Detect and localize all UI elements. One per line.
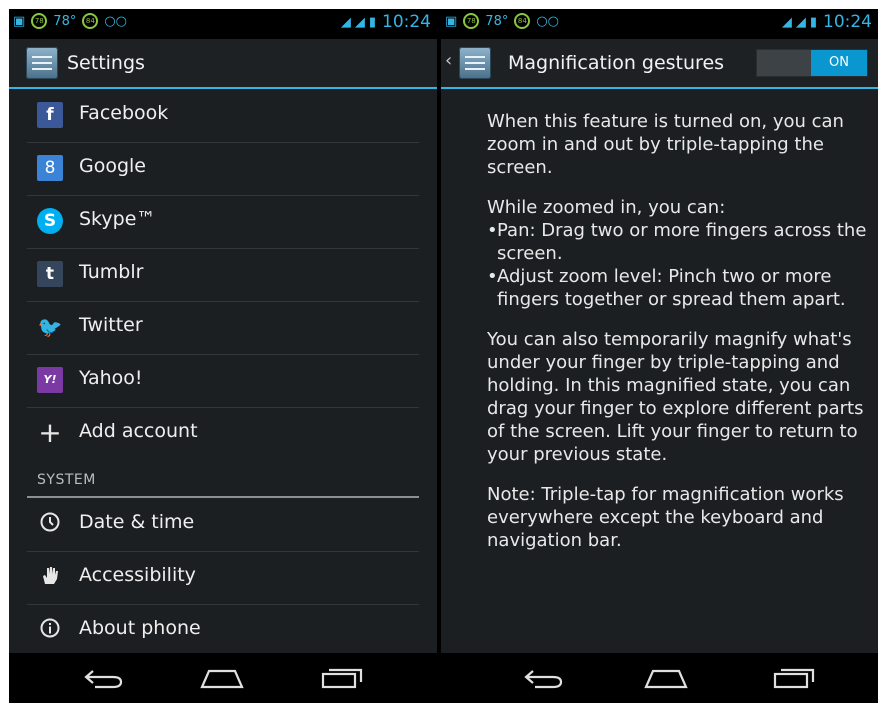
action-bar: ‹ Magnification gestures ON — [441, 39, 878, 89]
status-bar: ▣ 78 78° 84 ○○ ◢ ◢ ▮ 10:24 — [441, 9, 878, 39]
add-account-label: Add account — [79, 420, 198, 442]
account-item-twitter[interactable]: 🐦 Twitter — [27, 301, 419, 355]
section-header-label: SYSTEM — [37, 472, 96, 488]
twitter-icon: 🐦 — [37, 315, 63, 339]
image-notification-icon: ▣ — [13, 13, 26, 29]
recents-icon[interactable] — [771, 667, 817, 689]
add-account-item[interactable]: + Add account — [27, 407, 419, 460]
zoomed-in-intro: While zoomed in, you can: — [487, 197, 726, 218]
home-icon[interactable] — [199, 667, 245, 689]
system-item-label: Accessibility — [79, 564, 196, 586]
temperature-badge-icon: 78 — [463, 13, 480, 29]
account-item-tumblr[interactable]: t Tumblr — [27, 248, 419, 302]
account-label: Facebook — [79, 102, 169, 124]
account-label: Tumblr — [79, 261, 144, 283]
section-header-system: SYSTEM — [27, 470, 419, 498]
system-item-about-phone[interactable]: About phone — [27, 604, 419, 657]
yahoo-icon: Y! — [37, 367, 63, 393]
voicemail-icon: ○○ — [104, 13, 128, 29]
image-notification-icon: ▣ — [445, 13, 458, 29]
sync-badge-icon: 84 — [82, 13, 99, 29]
bullet-text: Pan: Drag two or more fingers across the… — [497, 220, 867, 264]
note-paragraph: Note: Triple-tap for magnification works… — [487, 484, 844, 551]
settings-screen: ▣ 78 78° 84 ○○ ◢ ◢ ▮ 10:24 Settings f Fa… — [9, 9, 437, 703]
temperature-text: 78° — [485, 13, 509, 29]
magnification-screen: ▣ 78 78° 84 ○○ ◢ ◢ ▮ 10:24 ‹ Magnificati… — [441, 9, 878, 703]
page-title: Magnification gestures — [508, 52, 725, 74]
back-icon[interactable] — [521, 667, 567, 689]
bullet-item: • Adjust zoom level: Pinch two or more fi… — [487, 266, 846, 310]
toggle-on-label: ON — [811, 50, 867, 76]
account-label: Yahoo! — [79, 367, 143, 389]
recents-icon[interactable] — [319, 667, 365, 689]
voicemail-icon: ○○ — [536, 13, 560, 29]
navigation-bar — [9, 653, 437, 703]
clock-text: 10:24 — [382, 12, 431, 32]
signal-icon: ◢ — [354, 14, 365, 30]
magnification-toggle[interactable]: ON — [756, 49, 868, 77]
bullet-item: • Pan: Drag two or more fingers across th… — [487, 220, 867, 264]
zoomed-in-section: While zoomed in, you can: • Pan: Drag two… — [487, 196, 867, 311]
system-item-date-time[interactable]: Date & time — [27, 498, 419, 552]
account-label: Skype™ — [79, 208, 156, 230]
back-icon[interactable] — [81, 667, 127, 689]
temperature-text: 78° — [53, 13, 77, 29]
temperature-badge-icon: 78 — [31, 13, 48, 29]
settings-app-icon[interactable] — [459, 47, 491, 79]
system-item-accessibility[interactable]: Accessibility — [27, 551, 419, 605]
action-bar: Settings — [9, 39, 437, 89]
description-text: When this feature is turned on, you can … — [487, 110, 867, 569]
settings-app-icon[interactable] — [26, 47, 58, 79]
page-title: Settings — [67, 52, 145, 74]
account-label: Google — [79, 155, 147, 177]
account-item-skype[interactable]: S Skype™ — [27, 195, 419, 249]
skype-icon: S — [37, 208, 63, 234]
hand-icon — [37, 564, 63, 590]
battery-icon: ▮ — [368, 14, 376, 30]
tumblr-icon: t — [37, 261, 63, 287]
battery-icon: ▮ — [809, 14, 817, 30]
clock-icon — [37, 511, 63, 537]
status-bar: ▣ 78 78° 84 ○○ ◢ ◢ ▮ 10:24 — [9, 9, 437, 39]
facebook-icon: f — [37, 102, 63, 128]
account-item-yahoo[interactable]: Y! Yahoo! — [27, 354, 419, 408]
system-item-label: Date & time — [79, 511, 195, 533]
account-item-google[interactable]: 8 Google — [27, 142, 419, 196]
clock-text: 10:24 — [823, 12, 872, 32]
plus-icon: + — [38, 416, 62, 449]
description-paragraph: When this feature is turned on, you can … — [487, 111, 844, 178]
google-icon: 8 — [37, 155, 63, 181]
bullet-text: Adjust zoom level: Pinch two or more fin… — [497, 266, 846, 310]
sync-badge-icon: 84 — [514, 13, 531, 29]
signal-icon: ◢ — [795, 14, 806, 30]
home-icon[interactable] — [643, 667, 689, 689]
device-frame: ▣ 78 78° 84 ○○ ◢ ◢ ▮ 10:24 Settings f Fa… — [9, 9, 878, 703]
account-label: Twitter — [79, 314, 143, 336]
up-caret-icon[interactable]: ‹ — [445, 50, 452, 71]
wifi-icon: ◢ — [781, 14, 792, 30]
wifi-icon: ◢ — [340, 14, 351, 30]
system-item-label: About phone — [79, 617, 201, 639]
navigation-bar — [441, 653, 878, 703]
description-paragraph: You can also temporarily magnify what's … — [487, 329, 864, 465]
info-icon — [37, 617, 63, 643]
account-item-facebook[interactable]: f Facebook — [27, 89, 419, 143]
